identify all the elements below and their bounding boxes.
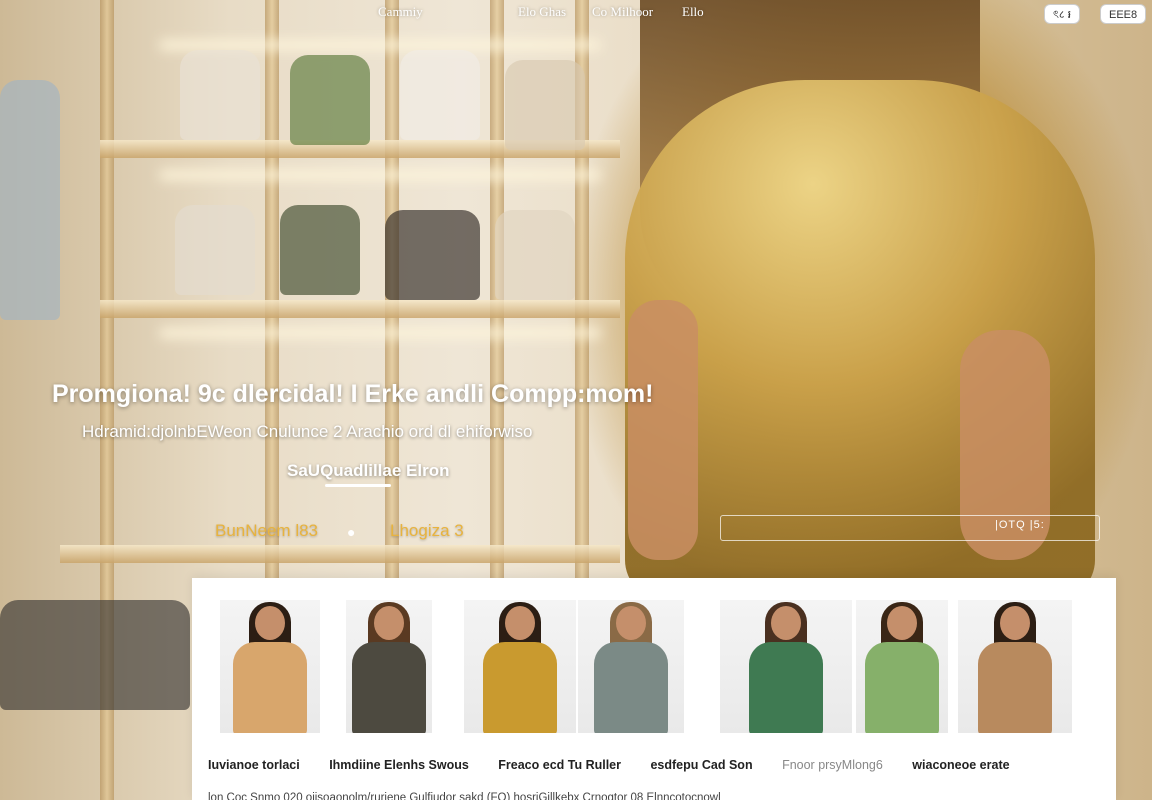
product-thumb[interactable] <box>464 600 576 733</box>
model-head <box>1000 606 1030 640</box>
product-thumb[interactable] <box>856 600 948 733</box>
product-garment <box>865 642 939 733</box>
product-thumb[interactable] <box>220 600 320 733</box>
shelf-garment <box>505 60 585 150</box>
model-head <box>374 606 404 640</box>
header-button-1[interactable]: ৎ८ ៛ <box>1044 4 1081 24</box>
header-button-2[interactable]: ЕЕЕ8 <box>1100 4 1147 24</box>
model-head <box>505 606 535 640</box>
product-garment <box>352 642 426 733</box>
model-head <box>771 606 801 640</box>
cta-underline <box>325 484 391 487</box>
shelf-garment <box>175 205 255 295</box>
promo-meta-right: Lhogiza 3 <box>390 521 464 540</box>
product-labels-row: Iuvianoe torlaci Ihmdiine Elenhs Swous F… <box>208 758 1098 772</box>
shelf-garment <box>400 50 480 140</box>
nav-link-3[interactable]: Co Milhoor <box>592 4 653 20</box>
shelf-light <box>160 40 600 50</box>
shop-cta-link[interactable]: SaUQuadlillae Elron <box>287 461 450 481</box>
product-thumb[interactable] <box>720 600 852 733</box>
shelf-garment <box>495 210 575 300</box>
shelf-garment <box>280 205 360 295</box>
product-label[interactable]: Fnoor prsyMlong6 <box>782 758 883 772</box>
shelf-garment <box>180 50 260 140</box>
promo-title: Promgiona! 9c dlercidal! I Erke andli Co… <box>52 380 654 408</box>
shelf <box>60 545 620 563</box>
product-thumb[interactable] <box>578 600 684 733</box>
shelf-light <box>160 328 600 338</box>
shelf-garment <box>0 80 60 320</box>
model-head <box>616 606 646 640</box>
product-garment <box>749 642 823 733</box>
product-garment <box>594 642 668 733</box>
product-garment <box>483 642 557 733</box>
product-panel: Iuvianoe torlaci Ihmdiine Elenhs Swous F… <box>192 578 1116 800</box>
nav-link-2[interactable]: Elo Ghas <box>518 4 566 20</box>
product-garment <box>978 642 1052 733</box>
shelf <box>100 300 620 318</box>
shelf-garment <box>0 600 190 710</box>
model-head <box>887 606 917 640</box>
product-garment <box>233 642 307 733</box>
product-label[interactable]: Iuvianoe torlaci <box>208 758 300 772</box>
shelf-light <box>160 170 600 180</box>
promo-subtitle: Hdramid:djolnbEWeon Cnulunce 2 Arachio o… <box>82 422 533 441</box>
shelf-garment <box>385 210 480 300</box>
nav-link-4[interactable]: Ello <box>682 4 704 20</box>
product-thumb[interactable] <box>958 600 1072 733</box>
product-thumb[interactable] <box>346 600 432 733</box>
nav-link-1[interactable]: Cammiy <box>378 4 423 20</box>
model-head <box>255 606 285 640</box>
promo-meta-left: BunNeem l83 <box>215 521 319 540</box>
waist-tag-label: |OTQ |5: <box>995 519 1045 531</box>
product-label[interactable]: esdfepu Cad Son <box>650 758 752 772</box>
product-label[interactable]: wiaconeoe erate <box>912 758 1009 772</box>
product-description: lon Coc Snmo 020 oiisoaonolm/ruriene Gul… <box>208 792 721 800</box>
shelf-garment <box>290 55 370 145</box>
product-label[interactable]: Ihmdiine Elenhs Swous <box>329 758 469 772</box>
product-label[interactable]: Freaco ecd Tu Ruller <box>498 758 621 772</box>
eye-icon: ● <box>347 524 356 540</box>
